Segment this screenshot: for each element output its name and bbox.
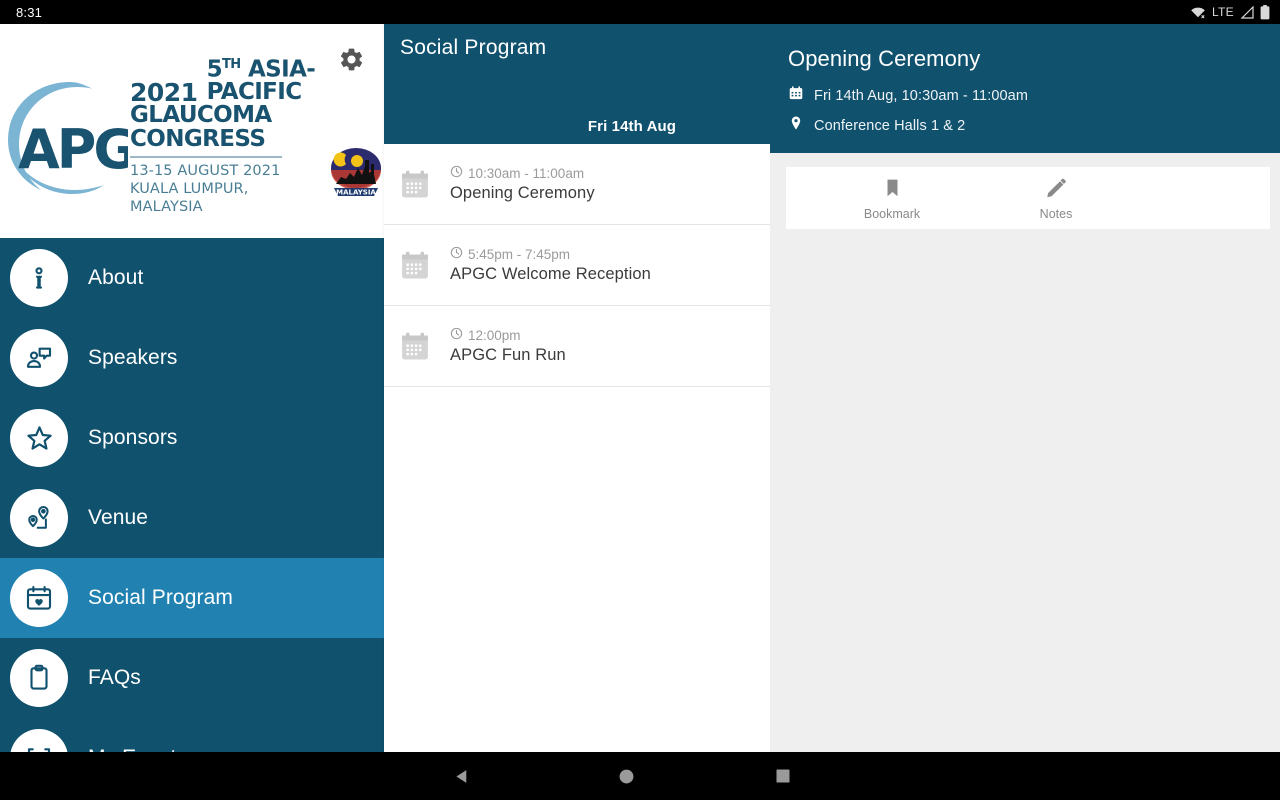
photo-icon [10, 729, 68, 752]
info-icon [10, 249, 68, 307]
sidebar-item-label: About [88, 266, 144, 289]
event-time-row: 5:45pm - 7:45pm [450, 246, 651, 262]
svg-text:APGC: APGC [18, 118, 128, 181]
logo-line3: CONGRESS [130, 126, 266, 153]
clock-icon [450, 165, 463, 181]
sidebar-item-speakers[interactable]: Speakers [0, 318, 384, 398]
clock-icon [450, 246, 463, 262]
sidebar-item-label: Social Program [88, 586, 233, 609]
event-name: APGC Welcome Reception [450, 265, 651, 283]
status-bar: 8:31 LTE [0, 0, 1280, 24]
pencil-icon [1045, 176, 1068, 205]
detail-datetime-row: Fri 14th Aug, 10:30am - 11:00am [788, 85, 1280, 106]
logo-line1: 5TH ASIA-PACIFIC [206, 56, 316, 106]
tab-fri-14th-aug[interactable]: Fri 14th Aug [588, 118, 676, 135]
sidebar-item-my-events[interactable]: My Events [0, 718, 384, 752]
home-circle-icon[interactable] [619, 769, 634, 784]
detail-body: Bookmark Notes [770, 153, 1280, 229]
event-list-panel: Social Program Fri 14th Aug 10:30am - 11… [384, 24, 770, 752]
logo-divider [130, 156, 282, 158]
detail-datetime: Fri 14th Aug, 10:30am - 11:00am [814, 87, 1029, 104]
wifi-off-icon [1190, 6, 1206, 19]
event-list: 10:30am - 11:00am Opening Ceremony 5:45p… [384, 144, 770, 387]
detail-location: Conference Halls 1 & 2 [814, 117, 966, 134]
event-time: 10:30am - 11:00am [468, 165, 585, 181]
sidebar-item-label: Venue [88, 506, 149, 529]
detail-action-bar: Bookmark Notes [786, 167, 1270, 229]
star-icon [10, 409, 68, 467]
back-triangle-icon[interactable] [454, 768, 471, 785]
status-indicators: LTE [1190, 4, 1270, 20]
list-panel-header: Social Program Fri 14th Aug [384, 24, 770, 144]
day-tab-bar: Fri 14th Aug [384, 108, 770, 144]
logo-dates: 13-15 AUGUST 2021 [130, 162, 281, 179]
sidebar-item-label: FAQs [88, 666, 141, 689]
event-detail-panel: Opening Ceremony Fri 14th Aug, 10:30am -… [770, 24, 1280, 752]
notes-button[interactable]: Notes [974, 176, 1138, 221]
sidebar-item-label: Speakers [88, 346, 178, 369]
notes-label: Notes [1039, 206, 1073, 221]
detail-location-row: Conference Halls 1 & 2 [788, 115, 1280, 136]
network-type-label: LTE [1211, 5, 1234, 19]
apgc-logo-mark: APGC [0, 72, 175, 202]
sidebar-menu: About Speakers Sponsors Venue Social Pro… [0, 238, 384, 752]
detail-header: Opening Ceremony Fri 14th Aug, 10:30am -… [770, 24, 1280, 153]
clipboard-icon [10, 649, 68, 707]
battery-icon [1260, 4, 1270, 20]
apgc-logo: APGC 2021 5TH ASIA-PACIFIC GLAUCOMA CONG… [0, 58, 384, 216]
event-time: 5:45pm - 7:45pm [468, 246, 571, 262]
bookmark-label: Bookmark [863, 206, 921, 221]
sidebar-item-sponsors[interactable]: Sponsors [0, 398, 384, 478]
logo-year: 2021 [130, 77, 198, 107]
detail-title: Opening Ceremony [788, 46, 981, 71]
bookmark-icon [882, 176, 903, 205]
logo-location: KUALA LUMPUR, MALAYSIA [130, 180, 249, 216]
svg-text:MALAYSIA: MALAYSIA [336, 189, 376, 197]
map-pin-icon [788, 115, 804, 136]
signal-icon [1240, 5, 1254, 19]
calendar-heart-icon [10, 569, 68, 627]
event-time-row: 12:00pm [450, 327, 566, 343]
sidebar-item-about[interactable]: About [0, 238, 384, 318]
calendar-icon [397, 328, 433, 364]
list-item[interactable]: 5:45pm - 7:45pm APGC Welcome Reception [384, 225, 770, 306]
calendar-icon [397, 247, 433, 283]
android-nav-bar [0, 752, 1280, 800]
event-time: 12:00pm [468, 327, 521, 343]
status-clock: 8:31 [16, 4, 43, 20]
apgc-logo-text: 2021 5TH ASIA-PACIFIC GLAUCOMA CONGRESS … [130, 58, 320, 216]
bookmark-button[interactable]: Bookmark [810, 176, 974, 221]
list-item[interactable]: 10:30am - 11:00am Opening Ceremony [384, 144, 770, 225]
sidebar-item-label: Sponsors [88, 426, 178, 449]
calendar-icon [397, 166, 433, 202]
event-time-row: 10:30am - 11:00am [450, 165, 595, 181]
list-item[interactable]: 12:00pm APGC Fun Run [384, 306, 770, 387]
sidebar: APGC 2021 5TH ASIA-PACIFIC GLAUCOMA CONG… [0, 24, 384, 752]
sidebar-item-venue[interactable]: Venue [0, 478, 384, 558]
recents-square-icon[interactable] [776, 769, 790, 783]
page-title: Social Program [400, 36, 547, 59]
map-pin-icon [10, 489, 68, 547]
sidebar-logo-header: APGC 2021 5TH ASIA-PACIFIC GLAUCOMA CONG… [0, 24, 384, 238]
speaker-icon [10, 329, 68, 387]
malaysia-badge-icon: MALAYSIA [328, 144, 384, 202]
clock-icon [450, 327, 463, 343]
event-name: APGC Fun Run [450, 346, 566, 364]
event-name: Opening Ceremony [450, 184, 595, 202]
sidebar-item-faqs[interactable]: FAQs [0, 638, 384, 718]
app-root: APGC 2021 5TH ASIA-PACIFIC GLAUCOMA CONG… [0, 24, 1280, 752]
gear-icon[interactable] [336, 44, 366, 74]
logo-line2: GLAUCOMA [130, 102, 272, 129]
sidebar-item-social-program[interactable]: Social Program [0, 558, 384, 638]
calendar-icon [788, 85, 804, 106]
